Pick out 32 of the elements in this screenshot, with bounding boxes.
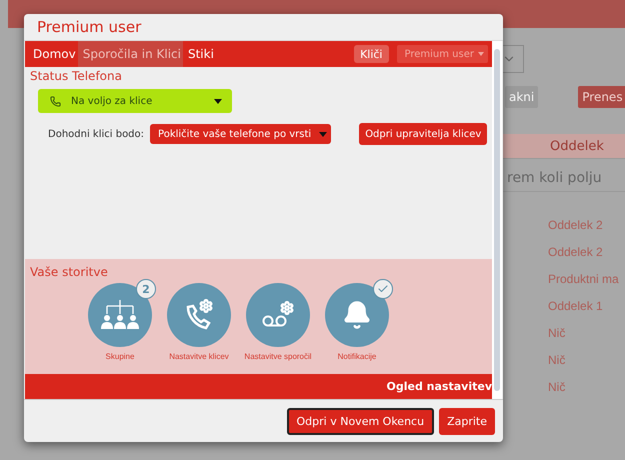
user-menu[interactable]: Premium user	[396, 45, 488, 63]
page-button[interactable]: akni	[505, 86, 538, 108]
call-button[interactable]: Kliči	[354, 45, 388, 63]
nav-tab[interactable]: Domov	[28, 41, 78, 67]
table-cell-text: Oddelek 2	[548, 218, 604, 234]
count-badge: 2	[136, 279, 156, 299]
voicemail-gear-icon	[261, 301, 295, 329]
phone-icon	[50, 96, 61, 106]
section-heading: Status Telefona	[29, 69, 123, 83]
call-manager-button[interactable]: Odpri upravitelja klicev	[359, 123, 488, 145]
table-cell-text: Produktni ma	[548, 272, 620, 288]
scrollbar[interactable]	[492, 41, 502, 399]
section-heading: Vaše storitve	[29, 265, 109, 279]
table-cell-text: Nič	[548, 353, 566, 369]
account-settings-link[interactable]: Ogled nastavitev	[386, 380, 492, 393]
people-hierarchy-icon	[101, 300, 139, 330]
caret-icon	[319, 132, 328, 136]
page-button[interactable]: Prenes	[578, 86, 625, 108]
nav-tab[interactable]: Sporočila in Klici	[78, 41, 183, 67]
field-label: Dohodni klici bodo:	[48, 128, 144, 140]
incoming-calls-dropdown[interactable]: Pokličite vaše telefone po vrsti	[150, 124, 332, 144]
table-cell-text: Oddelek 1	[548, 299, 604, 315]
table-cell-text: Nič	[548, 380, 566, 396]
table-cell-text: Nič	[548, 326, 566, 342]
caret-icon	[214, 98, 222, 104]
nav-tab[interactable]: Stiki	[182, 41, 216, 67]
caret-icon	[478, 52, 484, 56]
dialog-button[interactable]: Zaprite	[439, 408, 495, 434]
table-cell-text: Oddelek 2	[548, 245, 604, 261]
dialog-button[interactable]: Odpri v Novem Okencu	[286, 408, 434, 434]
status-dropdown[interactable]: Na voljo za klice	[38, 89, 232, 113]
bell-icon	[342, 300, 372, 330]
